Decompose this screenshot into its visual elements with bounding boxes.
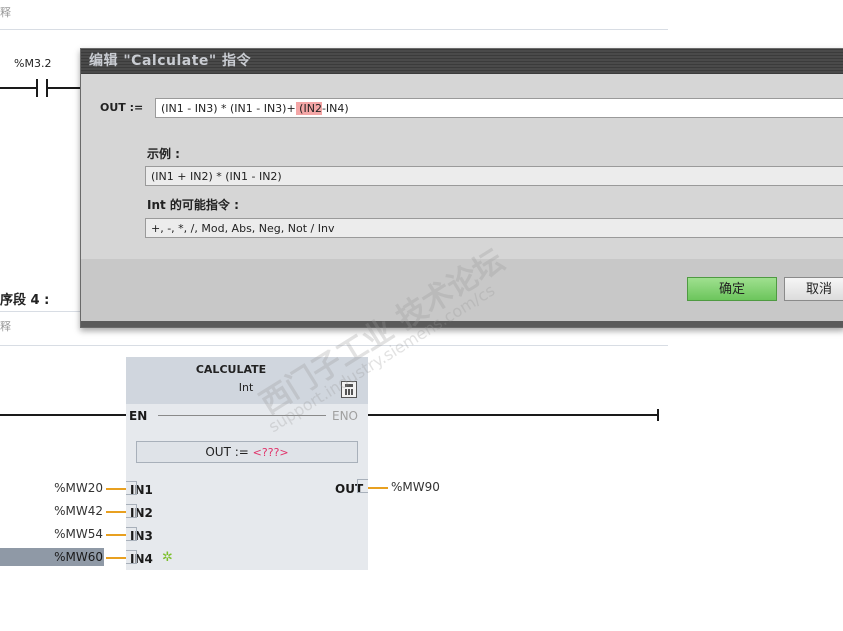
in2-operand[interactable]: %MW42 bbox=[54, 504, 103, 518]
edit-calculate-dialog: 编辑 "Calculate" 指令 OUT := (IN1 - IN3) * (… bbox=[80, 48, 843, 328]
no-contact-left-bar[interactable] bbox=[36, 79, 38, 97]
divider bbox=[0, 345, 668, 346]
out-label: OUT := bbox=[100, 101, 144, 114]
add-input-icon[interactable]: ✲ bbox=[162, 550, 173, 565]
eno-pin[interactable]: ENO bbox=[332, 409, 358, 423]
en-eno-line bbox=[158, 415, 326, 416]
in4-tick bbox=[106, 557, 126, 559]
dialog-bottom-border bbox=[81, 321, 843, 327]
comment-stub-top: 释 bbox=[0, 6, 11, 19]
expression-text: (IN1 - IN3) * (IN1 - IN3)+ bbox=[161, 102, 296, 115]
en-power-wire bbox=[0, 414, 126, 416]
contact-operand[interactable]: %M3.2 bbox=[14, 57, 51, 70]
in1-operand[interactable]: %MW20 bbox=[54, 481, 103, 495]
rung-end-marker bbox=[657, 409, 659, 421]
calculate-block[interactable]: CALCULATE Int EN ENO OUT := <???> OUT IN… bbox=[126, 357, 368, 570]
expression-text-tail: -IN4) bbox=[321, 102, 349, 115]
expression-error-highlight: (IN2 bbox=[295, 102, 322, 115]
divider bbox=[0, 29, 668, 30]
dialog-title: 编辑 "Calculate" 指令 bbox=[81, 49, 843, 74]
out-operand[interactable]: %MW90 bbox=[391, 480, 440, 494]
out-expression-box[interactable]: OUT := <???> bbox=[136, 441, 358, 463]
out-expression-prefix: OUT := bbox=[205, 445, 249, 459]
in2-tick bbox=[106, 511, 126, 513]
in1-pin-box bbox=[126, 481, 137, 495]
in4-pin-box bbox=[126, 550, 137, 564]
block-datatype[interactable]: Int bbox=[126, 381, 366, 394]
expression-input[interactable]: (IN1 - IN3) * (IN1 - IN3)+ (IN2-IN4) bbox=[155, 98, 843, 118]
example-label: 示例 : bbox=[147, 147, 180, 161]
block-name: CALCULATE bbox=[195, 363, 267, 376]
in2-pin-box bbox=[126, 504, 137, 518]
ops-field: +, -, *, /, Mod, Abs, Neg, Not / Inv bbox=[145, 218, 843, 238]
example-field: (IN1 + IN2) * (IN1 - IN2) bbox=[145, 166, 843, 186]
out-expression-value: <???> bbox=[252, 446, 289, 459]
network-title: 序段 4 : bbox=[0, 293, 50, 308]
in1-tick bbox=[106, 488, 126, 490]
in4-operand[interactable]: %MW60 bbox=[54, 550, 103, 564]
comment-stub-network4: 释 bbox=[0, 320, 11, 333]
out-pin-box bbox=[357, 479, 368, 493]
ok-button[interactable]: 确定 bbox=[687, 277, 777, 301]
calculator-icon[interactable] bbox=[341, 381, 357, 398]
in3-tick bbox=[106, 534, 126, 536]
eno-output-wire bbox=[368, 414, 658, 416]
in3-operand[interactable]: %MW54 bbox=[54, 527, 103, 541]
out-tick bbox=[368, 487, 388, 489]
in3-pin-box bbox=[126, 527, 137, 541]
ops-label: Int 的可能指令 : bbox=[147, 198, 239, 212]
en-pin[interactable]: EN bbox=[129, 409, 147, 423]
cancel-button[interactable]: 取消 bbox=[784, 277, 843, 301]
rung-wire bbox=[48, 87, 80, 89]
rung-wire bbox=[0, 87, 36, 89]
